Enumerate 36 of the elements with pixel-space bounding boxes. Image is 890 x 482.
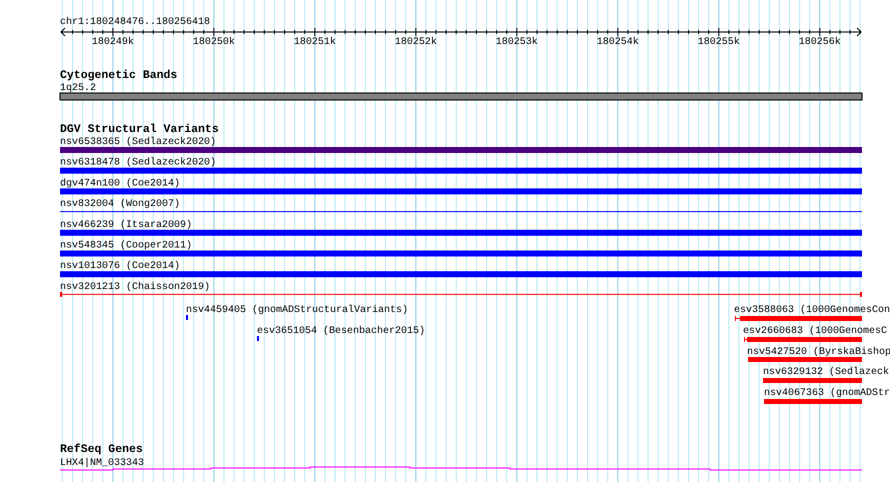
variant-bar[interactable] [734,316,862,321]
ruler-tick-label: 180255k [698,37,740,48]
feature-label[interactable]: nsv4067363 (gnomADStr [764,388,890,399]
variant-bar[interactable] [60,168,862,174]
ruler-tick-label: 180256k [798,37,841,48]
feature-label[interactable]: nsv4459405 (gnomADStructuralVariants) [186,305,408,316]
ruler-tick-label: 180254k [596,37,639,48]
cytoband-bar[interactable] [60,92,862,100]
feature-label[interactable]: esv3588063 (1000GenomesCon [734,305,890,316]
chromosome-range: chr1:180248476..180256418 [60,17,210,28]
variant-line[interactable] [60,211,862,212]
track-title: Cytogenetic Bands [60,69,178,82]
feature-label[interactable]: nsv466239 (Itsara2009) [60,220,192,231]
feature-label[interactable]: nsv1013076 (Coe2014) [60,261,180,272]
feature-label[interactable]: nsv832004 (Wong2007) [60,199,180,210]
ruler-tick-label: 180250k [192,37,235,48]
feature-label[interactable]: nsv3201213 (Chaisson2019) [60,282,210,293]
ruler-tick-label: 180253k [496,37,538,48]
feature-label[interactable]: 1q25.2 [60,83,96,94]
track-title: RefSeq Genes [60,443,143,456]
feature-label[interactable]: dgv474n100 (Coe2014) [60,178,180,190]
track-title: DGV Structural Variants [60,123,219,136]
feature-label[interactable]: nsv6538365 (Sedlazeck2020) [60,137,216,148]
feature-label[interactable]: nsv548345 (Cooper2011) [60,240,192,252]
ruler-tick-label: 180249k [92,37,134,48]
variant-bar[interactable] [60,271,862,278]
ruler-tick-label: 180252k [394,37,437,48]
feature-label[interactable]: nsv6318478 (Sedlazeck2020) [60,158,216,169]
feature-label[interactable]: LHX4|NM_033343 [60,458,144,469]
feature-label[interactable]: esv3651054 (Besenbacher2015) [257,326,426,337]
gene-model-line[interactable] [60,466,862,470]
feature-label[interactable]: nsv5427520 (ByrskaBishop [747,347,890,358]
ruler-tick-label: 180251k [294,37,336,48]
feature-label[interactable]: nsv6329132 (Sedlazeck [763,367,890,378]
feature-label[interactable]: esv2660683 (1000GenomesC [743,326,888,337]
variant-span[interactable] [60,292,862,297]
